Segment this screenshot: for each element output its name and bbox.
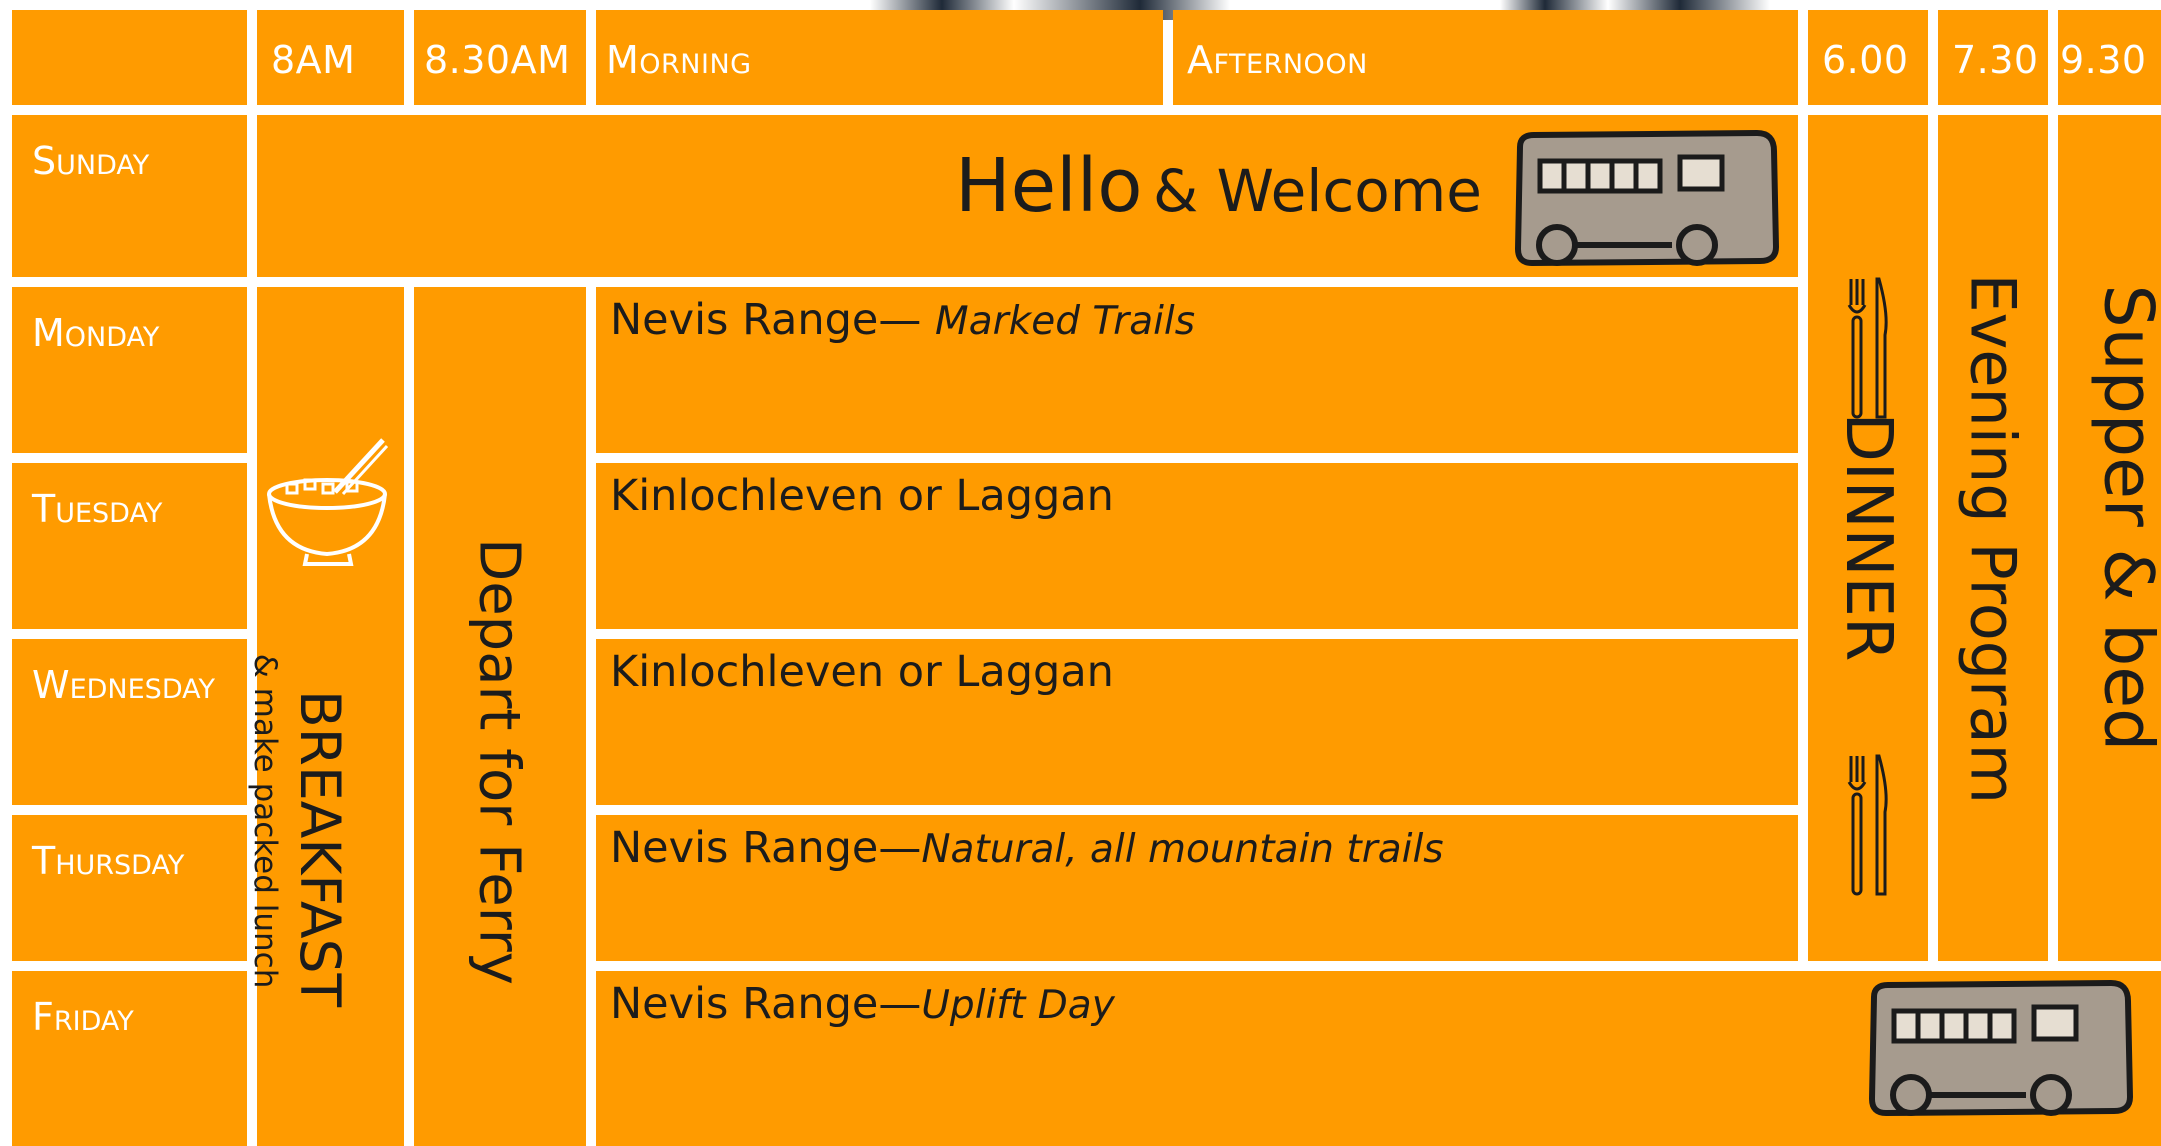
header-8am: 8AM	[257, 10, 404, 105]
welcome-text: & Welcome	[1153, 157, 1482, 225]
sunday-welcome-cell: Hello & Welcome	[257, 115, 1798, 277]
header-label: 6.00	[1822, 38, 1909, 82]
ferry-label: Depart for Ferry	[466, 538, 532, 985]
day-label: Sunday	[32, 139, 150, 183]
day-friday: Friday	[12, 971, 247, 1146]
breakfast-title: BREAKFAST	[288, 690, 352, 1008]
activity-text: Nevis Range— Marked Trails	[610, 295, 1196, 345]
activity-tuesday: Kinlochleven or Laggan	[596, 463, 1798, 629]
dinner-label: DINNER	[1831, 412, 1905, 662]
day-wednesday: Wednesday	[12, 639, 247, 805]
day-label: Thursday	[32, 839, 185, 883]
header-600: 6.00	[1808, 10, 1928, 105]
activity-text: Kinlochleven or Laggan	[610, 471, 1114, 521]
header-730: 7.30	[1938, 10, 2048, 105]
hello-text: Hello	[955, 143, 1143, 229]
header-label: 7.30	[1952, 38, 2039, 82]
day-label: Tuesday	[32, 487, 163, 531]
day-sunday: Sunday	[12, 115, 247, 277]
day-thursday: Thursday	[12, 815, 247, 961]
day-label: Wednesday	[32, 663, 216, 707]
supper-label: Supper & bed	[2088, 284, 2161, 752]
activity-text: Kinlochleven or Laggan	[610, 647, 1114, 697]
supper-cell: Supper & bed	[2058, 115, 2161, 961]
evening-cell: Evening Program	[1938, 115, 2048, 961]
ferry-cell: Depart for Ferry	[414, 287, 586, 1146]
breakfast-cell: BREAKFAST & make packed lunch	[247, 287, 404, 1146]
header-label: 9.30	[2060, 38, 2147, 82]
header-morning: Morning	[596, 10, 1163, 105]
header-afternoon: Afternoon	[1173, 10, 1798, 105]
header-corner	[12, 10, 247, 105]
breakfast-subtitle: & make packed lunch	[247, 653, 283, 989]
header-label: 8AM	[271, 38, 356, 82]
header-label: Morning	[606, 38, 752, 82]
bus-icon	[1868, 979, 2134, 1117]
activity-monday: Nevis Range— Marked Trails	[596, 287, 1798, 453]
header-label: 8.30AM	[424, 38, 571, 82]
evening-label: Evening Program	[1956, 273, 2030, 804]
cutlery-icon	[1847, 754, 1888, 896]
day-label: Monday	[32, 311, 160, 355]
activity-text: Nevis Range—Natural, all mountain trails	[610, 823, 1444, 873]
day-label: Friday	[32, 995, 134, 1039]
cereal-bowl-icon	[267, 438, 389, 566]
header-label: Afternoon	[1187, 38, 1368, 82]
dinner-cell: DINNER	[1808, 115, 1928, 961]
day-tuesday: Tuesday	[12, 463, 247, 629]
activity-friday: Nevis Range—Uplift Day	[596, 971, 2161, 1146]
activity-text: Nevis Range—Uplift Day	[610, 979, 1115, 1029]
activity-wednesday: Kinlochleven or Laggan	[596, 639, 1798, 805]
day-monday: Monday	[12, 287, 247, 453]
header-930: 9.30	[2058, 10, 2161, 105]
header-830am: 8.30AM	[414, 10, 586, 105]
activity-thursday: Nevis Range—Natural, all mountain trails	[596, 815, 1798, 961]
bus-icon	[1514, 129, 1780, 267]
